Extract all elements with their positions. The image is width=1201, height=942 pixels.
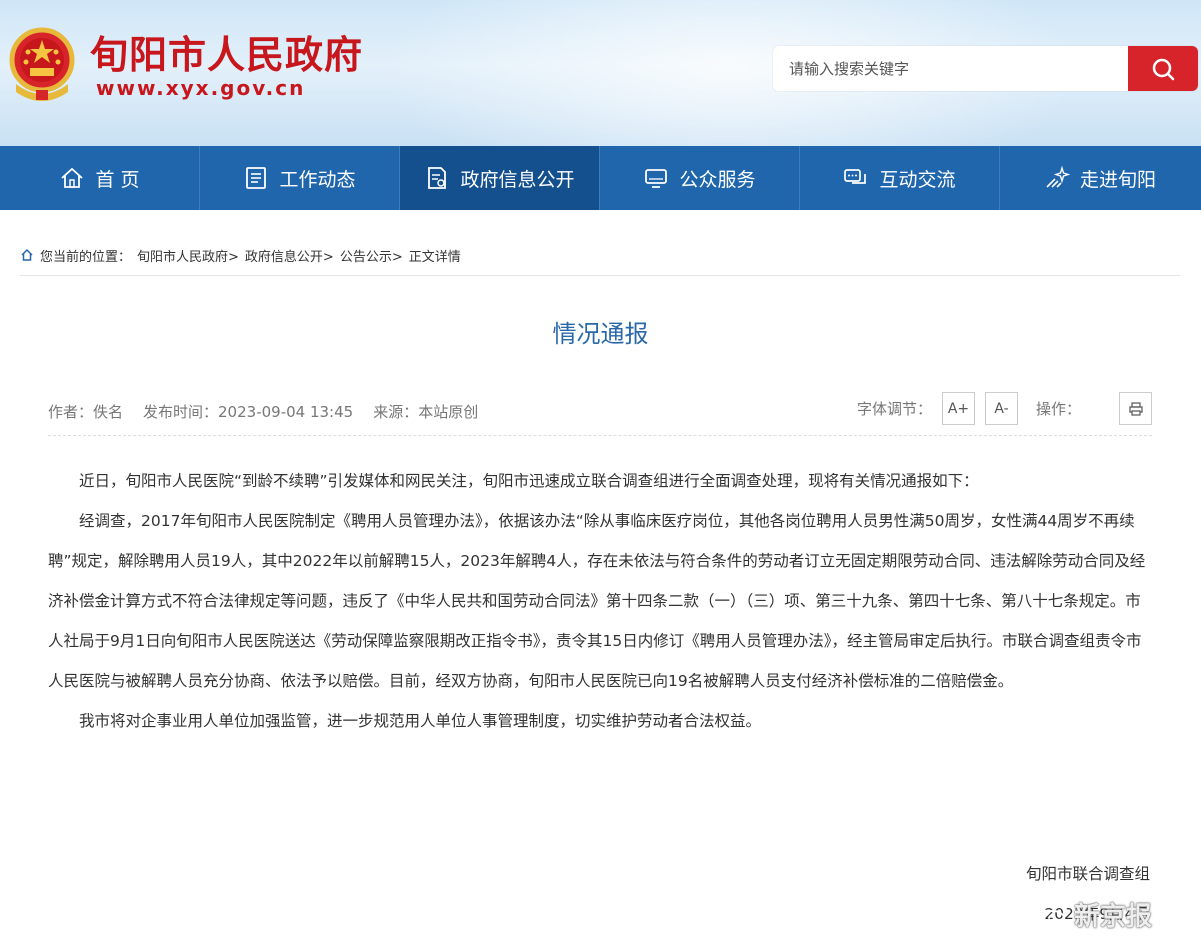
nav-item-label: 政府信息公开 bbox=[460, 168, 575, 191]
font-increase-button[interactable]: A+ bbox=[941, 392, 975, 425]
main-nav: 首 页 工作动态 政府信息公开 公众服务 互动交流 走进旬阳 bbox=[0, 146, 1201, 210]
font-adjust-label: 字体调节： bbox=[856, 400, 932, 418]
sparkle-icon bbox=[1046, 165, 1070, 188]
chat-icon bbox=[844, 169, 867, 184]
article-body: 近日，旬阳市人民医院“到龄不续聘”引发媒体和网民关注，旬阳市迅速成立联合调查组进… bbox=[48, 461, 1152, 741]
site-url: www.xyx.gov.cn bbox=[96, 76, 306, 100]
article-author: 作者：佚名 bbox=[48, 403, 124, 421]
search-bar bbox=[773, 46, 1198, 91]
article-paragraph: 我市将对企事业用人单位加强监管，进一步规范用人单位人事管理制度，切实维护劳动者合… bbox=[79, 712, 762, 730]
monitor-icon bbox=[645, 169, 668, 188]
print-button[interactable] bbox=[1119, 392, 1152, 425]
breadcrumb-link-notices[interactable]: 公告公示> bbox=[340, 246, 403, 265]
watermark-text: 新京报 bbox=[1074, 902, 1153, 932]
document-icon bbox=[428, 167, 447, 189]
list-icon bbox=[246, 167, 267, 189]
breadcrumb-link-gov-info[interactable]: 政府信息公开> bbox=[245, 246, 334, 265]
article-signature: 旬阳市联合调查组 bbox=[1025, 865, 1150, 883]
home-icon bbox=[61, 167, 84, 188]
location-icon bbox=[21, 248, 33, 261]
nav-item-about-xunyang[interactable]: 走进旬阳 bbox=[1000, 146, 1200, 210]
print-icon bbox=[1128, 401, 1143, 416]
breadcrumb-link-home[interactable]: 旬阳市人民政府> bbox=[137, 246, 239, 265]
page-title: 情况通报 bbox=[552, 320, 649, 348]
nav-item-label: 首 页 bbox=[95, 168, 140, 191]
nav-item-interaction[interactable]: 互动交流 bbox=[800, 146, 1000, 210]
article-publish-time: 发布时间：2023-09-04 13:45 bbox=[143, 403, 354, 421]
font-decrease-button[interactable]: A- bbox=[984, 392, 1018, 425]
nav-item-home[interactable]: 首 页 bbox=[0, 146, 200, 210]
breadcrumb-current: 正文详情 bbox=[408, 250, 461, 265]
operation-label: 操作： bbox=[1035, 400, 1081, 418]
weibo-logo-icon bbox=[1041, 904, 1068, 926]
article-meta: 作者：佚名 发布时间：2023-09-04 13:45 来源：本站原创 字体调节… bbox=[48, 392, 1152, 436]
nav-item-gov-info[interactable]: 政府信息公开 bbox=[400, 146, 600, 210]
nav-item-public-service[interactable]: 公众服务 bbox=[600, 146, 800, 210]
site-header: 旬阳市人民政府 www.xyx.gov.cn bbox=[0, 0, 1201, 146]
nav-item-label: 公众服务 bbox=[679, 168, 756, 191]
nav-item-label: 走进旬阳 bbox=[1079, 168, 1156, 191]
national-emblem-icon bbox=[9, 27, 75, 101]
nav-item-label: 工作动态 bbox=[279, 168, 356, 191]
breadcrumb: 您当前的位置： 旬阳市人民政府> 政府信息公开> 公告公示> 正文详情 bbox=[20, 236, 1180, 276]
article-paragraph: 近日，旬阳市人民医院“到龄不续聘”引发媒体和网民关注，旬阳市迅速成立联合调查组进… bbox=[79, 472, 979, 490]
search-input[interactable] bbox=[773, 46, 1128, 91]
nav-item-label: 互动交流 bbox=[879, 168, 956, 191]
nav-item-work-news[interactable]: 工作动态 bbox=[200, 146, 400, 210]
search-icon bbox=[1152, 58, 1175, 80]
article-source: 来源：本站原创 bbox=[373, 403, 479, 421]
site-title: 旬阳市人民政府 bbox=[90, 33, 364, 77]
search-button[interactable] bbox=[1128, 46, 1198, 91]
watermark: 新京报 bbox=[1040, 896, 1152, 933]
article-paragraph: 经调查，2017年旬阳市人民医院制定《聘用人员管理办法》，依据该办法“除从事临床… bbox=[48, 512, 1146, 690]
breadcrumb-prefix: 您当前的位置： bbox=[40, 250, 132, 265]
